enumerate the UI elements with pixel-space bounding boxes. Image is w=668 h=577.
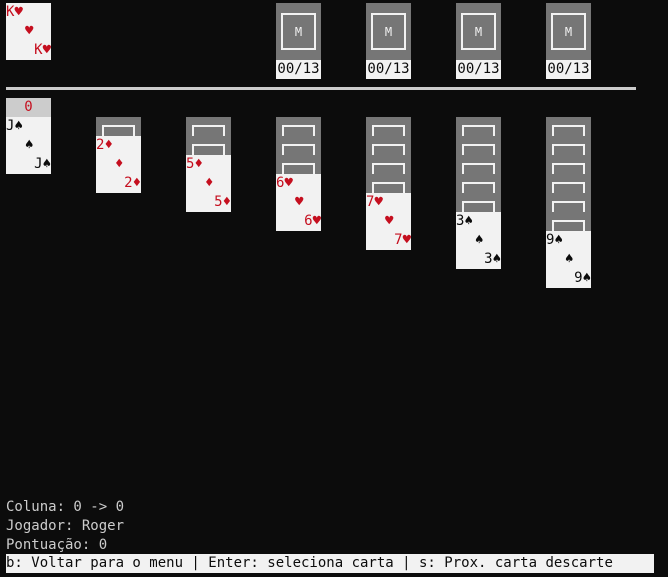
keyboard-help-bar: b: Voltar para o menu | Enter: seleciona… [6,554,654,573]
face-down-card [546,212,591,231]
tableau-card-col-0[interactable]: J♠ ♠ J♠ [6,117,51,174]
face-down-card [366,136,411,155]
face-down-card [186,117,231,136]
face-down-card [366,117,411,136]
card-corner-bottom: 6♥ [304,213,321,229]
selection-cursor: 0 [6,98,51,117]
card-corner-bottom: 3♠ [484,251,501,267]
card-corner-bottom: J♠ [34,156,51,172]
card-corner-bottom: K♥ [34,42,51,58]
foundation-1[interactable]: M 00/13 [276,3,321,79]
face-down-card [366,155,411,174]
foundation-label: M [551,13,586,50]
card-corner-top: 5♦ [186,156,203,172]
foundation-4[interactable]: M 00/13 [546,3,591,79]
column-status: Coluna: 0 -> 0 [6,499,125,515]
player-name: Jogador: Roger [6,518,125,534]
card-center-suit: ♠ [565,251,574,267]
face-down-card [186,136,231,155]
card-corner-bottom: 2♦ [124,175,141,191]
card-corner-top: 2♦ [96,137,113,153]
face-down-card [546,136,591,155]
face-down-card [456,155,501,174]
card-corner-top: 7♥ [366,194,383,210]
card-center-suit: ♥ [385,213,394,229]
face-down-card [456,193,501,212]
card-corner-top: K♥ [6,4,23,20]
tableau-card-col-6[interactable]: 9♠ ♠ 9♠ [546,231,591,288]
foundation-count: 00/13 [366,60,411,79]
card-corner-top: 3♠ [456,213,473,229]
face-down-card [276,136,321,155]
face-down-card [456,174,501,193]
foundation-3[interactable]: M 00/13 [456,3,501,79]
foundation-2[interactable]: M 00/13 [366,3,411,79]
face-down-card [546,193,591,212]
face-down-card [546,117,591,136]
tableau-card-col-4[interactable]: 7♥ ♥ 7♥ [366,193,411,250]
face-down-card [456,117,501,136]
card-center-suit: ♦ [205,175,214,191]
card-center-suit: ♠ [25,137,34,153]
card-corner-bottom: 7♥ [394,232,411,248]
face-down-card [546,174,591,193]
foundation-label: M [281,13,316,50]
tableau-card-col-3[interactable]: 6♥ ♥ 6♥ [276,174,321,231]
board-divider [6,87,636,90]
card-corner-top: J♠ [6,118,23,134]
foundation-count: 00/13 [456,60,501,79]
score: Pontuação: 0 [6,537,108,553]
face-down-card [276,155,321,174]
face-down-card [456,136,501,155]
card-center-suit: ♥ [295,194,304,210]
card-corner-top: 9♠ [546,232,563,248]
face-down-card [366,174,411,193]
card-corner-top: 6♥ [276,175,293,191]
card-center-suit: ♠ [475,232,484,248]
discard-pile-card[interactable]: K♥ ♥ K♥ [6,3,51,60]
tableau-card-col-1[interactable]: 2♦ ♦ 2♦ [96,136,141,193]
card-corner-bottom: 9♠ [574,270,591,286]
tableau-card-col-2[interactable]: 5♦ ♦ 5♦ [186,155,231,212]
foundation-label: M [461,13,496,50]
face-down-card [96,117,141,136]
card-center-suit: ♥ [25,23,34,39]
face-down-card [276,117,321,136]
foundation-label: M [371,13,406,50]
foundation-count: 00/13 [276,60,321,79]
tableau-card-col-5[interactable]: 3♠ ♠ 3♠ [456,212,501,269]
card-corner-bottom: 5♦ [214,194,231,210]
card-center-suit: ♦ [115,156,124,172]
face-down-card [546,155,591,174]
foundation-count: 00/13 [546,60,591,79]
